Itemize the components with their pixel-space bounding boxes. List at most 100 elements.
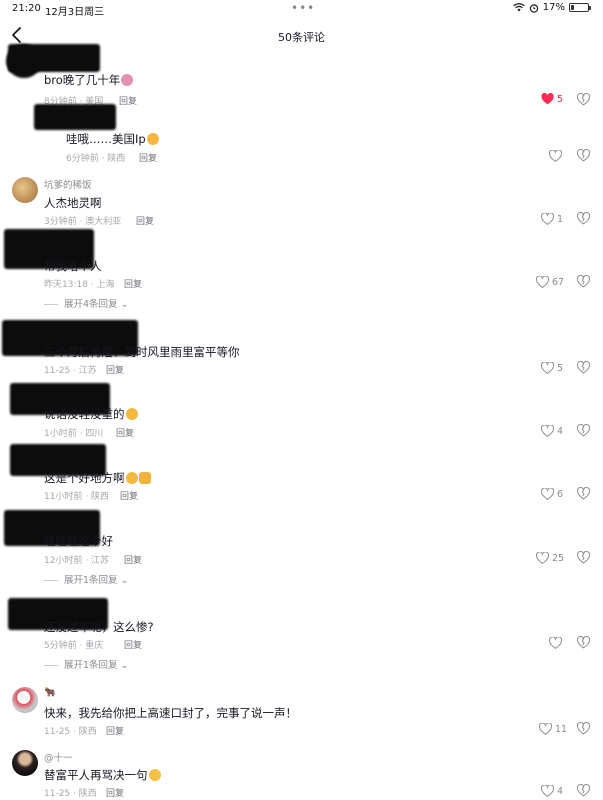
dislike-icon[interactable] (577, 361, 590, 374)
dislike-icon[interactable] (577, 636, 590, 649)
like-button[interactable] (549, 149, 565, 163)
like-button[interactable]: 4 (541, 784, 563, 798)
flushed-emoji (148, 769, 161, 781)
avatar[interactable] (12, 750, 38, 776)
heart-outline-icon (541, 425, 554, 437)
like-button[interactable] (549, 636, 565, 650)
reply-button[interactable]: 回复 (124, 277, 142, 290)
expand-replies-button[interactable]: 展开1条回复 ⌄ (44, 657, 129, 671)
status-indicators: 17% (513, 2, 591, 13)
comment-text: 快来，我先给你把上高速口封了，完事了说一声！ (44, 706, 297, 720)
like-count: 5 (557, 362, 564, 374)
battery-percent: 17% (542, 2, 565, 13)
comment-text: 哇哇哇这个好 (44, 534, 113, 548)
comment-text: 说话没轻没重的 (44, 406, 138, 422)
username[interactable]: 坑爹的稀饭 (44, 177, 92, 191)
like-count: 25 (552, 552, 565, 564)
comments-count-title: 50条评论 (278, 31, 325, 44)
dislike-icon[interactable] (577, 424, 590, 437)
like-button[interactable]: 5 (541, 92, 563, 106)
status-time: 21:20 (12, 3, 41, 14)
comment-meta: 12小时前 · 江苏 (44, 556, 110, 566)
comment-meta: 11小时前 · 陕西 (44, 492, 110, 502)
dislike-icon[interactable] (577, 487, 590, 500)
like-button[interactable]: 67 (536, 275, 564, 289)
avatar[interactable] (12, 687, 38, 713)
heart-outline-icon (541, 785, 554, 797)
heart-filled-icon (541, 93, 554, 105)
dislike-icon[interactable] (577, 275, 590, 288)
comment-text: 替富平人再骂决一句 (44, 767, 161, 783)
comment-meta: 6分钟前 · 陕西 (66, 154, 126, 164)
comment-meta: 11-25 · 江苏 (44, 366, 97, 376)
dislike-icon[interactable] (577, 784, 590, 797)
like-button[interactable]: 1 (541, 212, 563, 226)
like-button[interactable]: 6 (541, 487, 563, 501)
comment-meta: 昨天13:18 · 上海 (44, 280, 115, 290)
like-count: 11 (555, 723, 568, 735)
avatar[interactable] (12, 177, 38, 203)
heart-outline-icon (541, 213, 554, 225)
comment-meta: 11-25 · 陕西 (44, 789, 97, 799)
reply-button[interactable]: 回复 (106, 786, 124, 799)
reply-button[interactable]: 回复 (106, 724, 124, 737)
redacted-username (8, 44, 100, 72)
reply-button[interactable]: 回复 (120, 489, 138, 502)
username[interactable]: @十一 (44, 750, 73, 764)
like-count: 4 (557, 425, 564, 437)
like-count: 1 (557, 213, 564, 225)
status-bar: 21:20 12月3日周三 ••• 17% (0, 0, 603, 18)
grin-thumbs-emoji (125, 472, 138, 484)
reply-button[interactable]: 回复 (116, 426, 134, 439)
heart-outline-icon (541, 362, 554, 374)
comment-text: 哇哦……美国Ip (66, 131, 159, 147)
comment-text: 这是个好地方啊 (44, 470, 151, 486)
comment-meta: 3分钟前 · 澳大利亚 (44, 217, 122, 227)
comment-text: 还没过年呢，这么惨? (44, 620, 154, 634)
alarm-icon (529, 3, 538, 13)
thumbs-up-emoji (138, 472, 151, 484)
like-button[interactable]: 5 (541, 361, 563, 375)
wilted-flower-emoji (121, 74, 134, 86)
reply-button[interactable]: 回复 (106, 363, 124, 376)
comment-text: 三个月后再屠、到时风里雨里富平等你 (44, 345, 240, 359)
dislike-icon[interactable] (577, 149, 590, 162)
battery-icon (569, 3, 591, 12)
like-count: 6 (557, 488, 564, 500)
reply-button[interactable]: 回复 (139, 151, 157, 164)
like-button[interactable]: 4 (541, 424, 563, 438)
reply-button[interactable]: 回复 (124, 553, 142, 566)
battery-level (571, 5, 574, 10)
dislike-icon[interactable] (577, 551, 590, 564)
like-count: 4 (557, 785, 564, 797)
reply-button[interactable]: 回复 (136, 214, 154, 227)
heart-outline-icon (536, 552, 549, 564)
grin-emoji (146, 133, 159, 145)
heart-outline-icon (541, 488, 554, 500)
heart-outline-icon (549, 637, 562, 649)
comment-meta: 11-25 · 陕西 (44, 727, 97, 737)
dislike-icon[interactable] (577, 93, 590, 106)
comment-text: 帮我啥个人 (44, 259, 102, 273)
expand-replies-button[interactable]: 展开4条回复 ⌄ (44, 296, 129, 310)
comment-text: 人杰地灵啊 (44, 196, 102, 210)
status-date: 12月3日周三 (45, 7, 105, 18)
heart-outline-icon (539, 723, 552, 735)
reply-button[interactable]: 回复 (119, 94, 137, 107)
comment-meta: 5分钟前 · 重庆 (44, 641, 104, 651)
comment-meta: 1小时前 · 四川 (44, 429, 104, 439)
like-button[interactable]: 11 (539, 722, 567, 736)
heart-outline-icon (536, 276, 549, 288)
expand-replies-button[interactable]: 展开1条回复 ⌄ (44, 572, 129, 586)
like-count: 67 (552, 276, 565, 288)
like-button[interactable]: 25 (536, 551, 564, 565)
like-count: 5 (557, 93, 564, 105)
dislike-icon[interactable] (577, 722, 590, 735)
username[interactable]: 🐂 (44, 687, 56, 698)
wifi-icon (513, 3, 525, 12)
heart-outline-icon (549, 150, 562, 162)
multitask-dots[interactable]: ••• (291, 1, 315, 15)
rofl-emoji (125, 408, 138, 420)
reply-button[interactable]: 回复 (124, 638, 142, 651)
dislike-icon[interactable] (577, 212, 590, 225)
